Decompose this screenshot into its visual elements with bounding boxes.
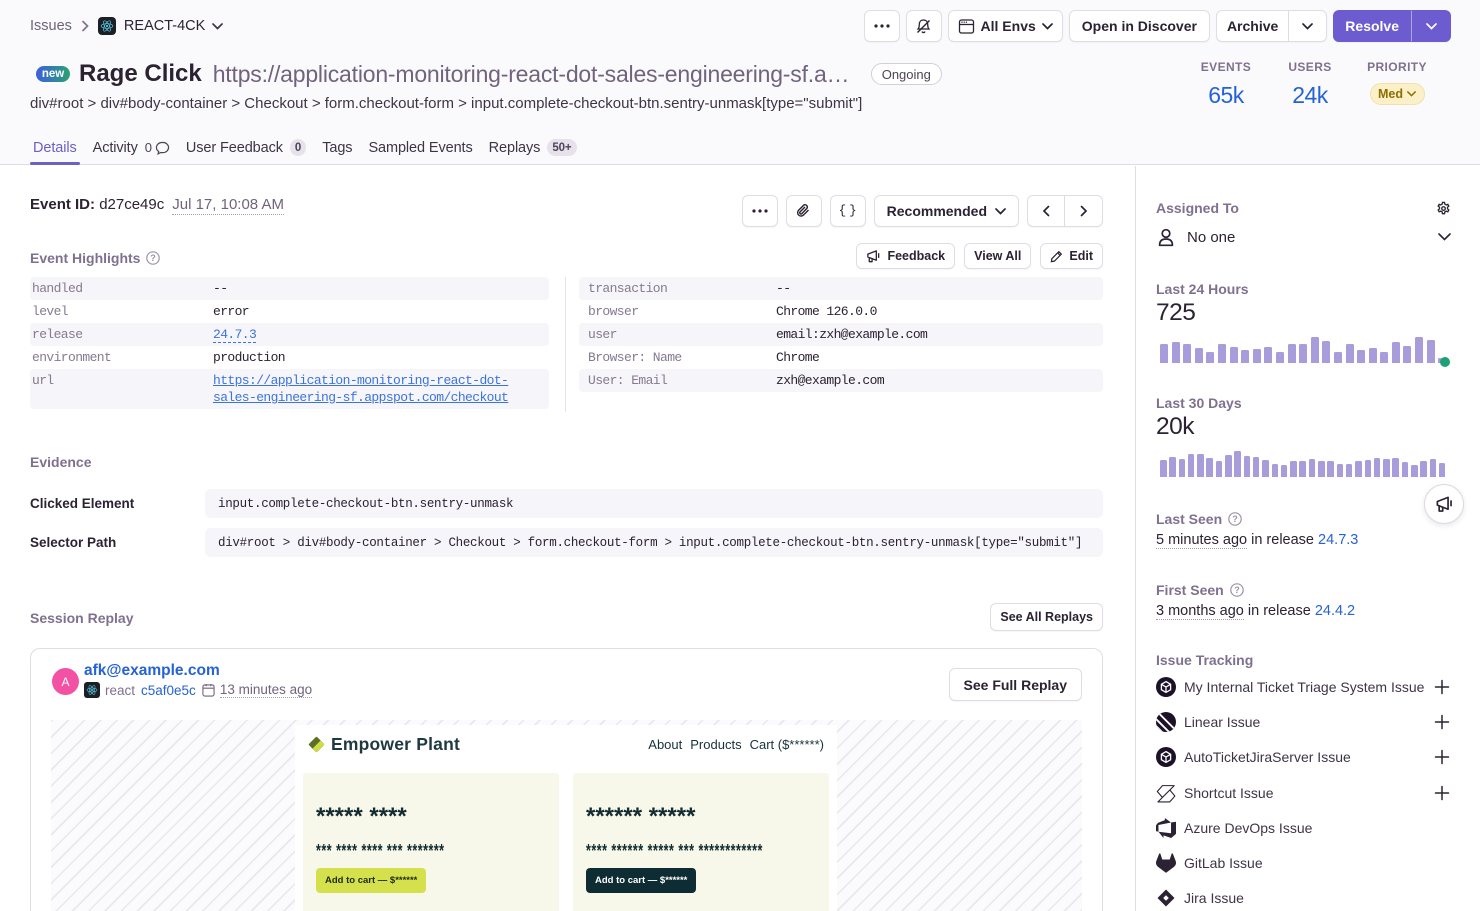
svg-text:?: ?	[1232, 514, 1238, 524]
svg-text:?: ?	[1234, 585, 1240, 595]
svg-text:?: ?	[151, 253, 157, 263]
